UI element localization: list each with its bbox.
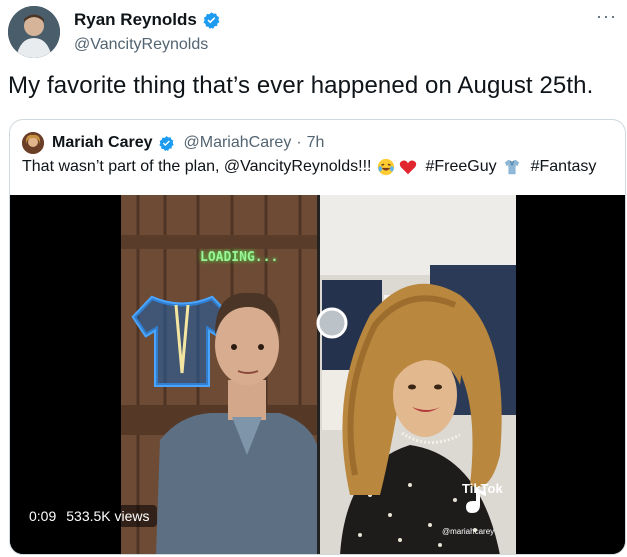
shirt-emoji-icon <box>503 158 521 176</box>
video-frame <box>10 195 625 554</box>
video-player[interactable]: LOADING... 0:09 533.5K views TikTok @mar… <box>10 195 625 554</box>
tiktok-handle-watermark: @mariahcarey <box>442 527 495 536</box>
quoted-tweet-text: That wasn’t part of the plan, @VancityRe… <box>22 158 596 176</box>
video-duration: 0:09 <box>29 508 57 524</box>
quoted-text-body: That wasn’t part of the plan, @VancityRe… <box>22 158 372 175</box>
quoted-author-avatar[interactable] <box>22 132 44 154</box>
quoted-display-name[interactable]: Mariah Carey <box>52 134 153 152</box>
laughing-tears-emoji-icon <box>377 158 395 176</box>
hashtag-freeguy[interactable]: #FreeGuy <box>425 158 496 176</box>
tweet-header: Ryan Reynolds @VancityReynolds ··· <box>8 6 619 58</box>
quoted-handle[interactable]: @MariahCarey <box>184 134 292 152</box>
tiktok-watermark: TikTok <box>462 481 503 496</box>
tweet-text: My favorite thing that’s ever happened o… <box>8 72 594 99</box>
quoted-verified-badge-icon <box>158 135 175 152</box>
video-stats: 0:09 533.5K views <box>22 505 157 527</box>
quoted-separator: · <box>296 134 302 151</box>
more-options-icon[interactable]: ··· <box>596 6 617 27</box>
quoted-tweet[interactable]: Mariah Carey @MariahCarey · 7h That wasn… <box>9 119 626 555</box>
author-display-name[interactable]: Ryan Reynolds <box>74 10 197 30</box>
verified-badge-icon <box>202 11 221 30</box>
author-handle[interactable]: @VancityReynolds <box>74 36 221 54</box>
author-avatar[interactable] <box>8 6 60 58</box>
hashtag-fantasy[interactable]: #Fantasy <box>531 158 597 176</box>
video-views: 533.5K views <box>66 508 150 524</box>
quoted-timestamp[interactable]: 7h <box>307 134 325 152</box>
loading-neon-sign: LOADING... <box>200 250 279 265</box>
quoted-tweet-header: Mariah Carey @MariahCarey · 7h <box>22 132 324 154</box>
red-heart-emoji-icon <box>399 158 417 176</box>
